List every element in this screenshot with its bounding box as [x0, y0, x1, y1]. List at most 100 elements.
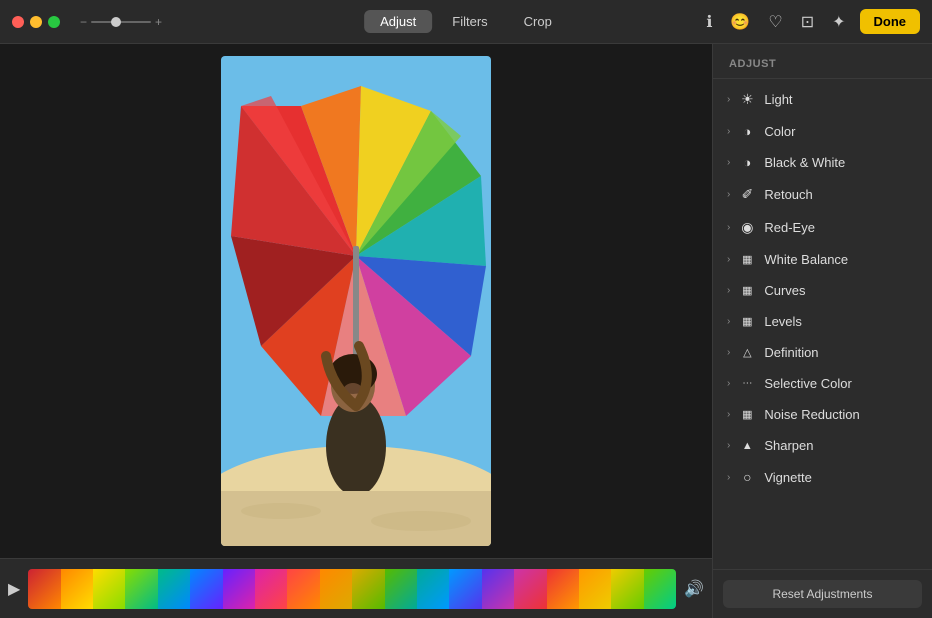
chevron-icon: › [727, 285, 730, 296]
reset-adjustments-button[interactable]: Reset Adjustments [723, 580, 922, 608]
info-icon: ℹ [706, 14, 712, 31]
adjust-label: Selective Color [764, 376, 918, 391]
whitebalance-icon: ▦ [738, 253, 756, 266]
chevron-icon: › [727, 472, 730, 483]
heart-button[interactable]: ♡ [764, 8, 786, 36]
tab-crop[interactable]: Crop [508, 10, 568, 33]
filmstrip-frame [579, 569, 611, 609]
adjust-label: Sharpen [764, 438, 918, 453]
filmstrip-frame [223, 569, 255, 609]
photo-image [221, 56, 491, 546]
titlebar-right-controls: ℹ 😊 ♡ ⊡ ✦ Done [702, 8, 920, 36]
adjust-item-definition[interactable]: › △ Definition [713, 337, 932, 368]
adjust-label: Black & White [764, 155, 918, 170]
close-button[interactable] [12, 16, 24, 28]
filmstrip-frame [255, 569, 287, 609]
adjust-label: Red-Eye [764, 220, 918, 235]
info-button[interactable]: ℹ [702, 8, 716, 36]
filmstrip-frame [320, 569, 352, 609]
adjust-item-sharpen[interactable]: › ▲ Sharpen [713, 430, 932, 461]
adjust-label: White Balance [764, 252, 918, 267]
brightness-slider[interactable] [91, 21, 151, 23]
traffic-lights [12, 16, 60, 28]
bw-icon: ◑ [738, 155, 756, 170]
filmstrip-frame [28, 569, 60, 609]
filmstrip-frame [482, 569, 514, 609]
definition-icon: △ [738, 346, 756, 359]
photo-container [0, 44, 712, 558]
right-panel: ADJUST › ☀ Light › ◑ Color › ◑ Black & W… [712, 44, 932, 618]
chevron-icon: › [727, 126, 730, 137]
filmstrip-frame [287, 569, 319, 609]
chevron-icon: › [727, 316, 730, 327]
magic-wand-icon: ✦ [832, 14, 845, 31]
adjust-label: Retouch [764, 187, 918, 202]
vignette-icon: ○ [738, 469, 756, 485]
filmstrip-frame [385, 569, 417, 609]
adjust-list: › ☀ Light › ◑ Color › ◑ Black & White › … [713, 79, 932, 569]
chevron-icon: › [727, 254, 730, 265]
main-tabs: Adjust Filters Crop [364, 10, 568, 33]
panel-header: ADJUST [713, 44, 932, 79]
filmstrip-frame [611, 569, 643, 609]
chevron-icon: › [727, 347, 730, 358]
adjust-item-light[interactable]: › ☀ Light [713, 83, 932, 116]
levels-icon: ▦ [738, 315, 756, 328]
photo-display [221, 56, 491, 546]
adjust-item-bw[interactable]: › ◑ Black & White [713, 147, 932, 178]
volume-icon: 🔊 [684, 581, 704, 598]
adjust-item-redeye[interactable]: › ◉ Red-Eye [713, 211, 932, 244]
filmstrip-frame [514, 569, 546, 609]
maximize-button[interactable] [48, 16, 60, 28]
tab-adjust[interactable]: Adjust [364, 10, 432, 33]
brightness-control: − + [80, 15, 162, 29]
adjust-item-vignette[interactable]: › ○ Vignette [713, 461, 932, 493]
adjust-item-noisereduction[interactable]: › ▦ Noise Reduction [713, 399, 932, 430]
selectivecolor-icon: ⋯ [738, 378, 756, 389]
done-button[interactable]: Done [860, 9, 921, 34]
adjust-item-color[interactable]: › ◑ Color [713, 116, 932, 147]
brightness-minus-icon: − [80, 15, 87, 29]
heart-icon: ♡ [768, 14, 782, 31]
chevron-icon: › [727, 409, 730, 420]
minimize-button[interactable] [30, 16, 42, 28]
tab-filters[interactable]: Filters [436, 10, 503, 33]
adjust-item-whitebalance[interactable]: › ▦ White Balance [713, 244, 932, 275]
share-button[interactable]: ⊡ [797, 8, 818, 36]
filmstrip-frame [547, 569, 579, 609]
adjust-label: Color [764, 124, 918, 139]
filmstrip-frame [417, 569, 449, 609]
noisereduction-icon: ▦ [738, 408, 756, 421]
adjust-label: Vignette [764, 470, 918, 485]
adjust-item-retouch[interactable]: › ✐ Retouch [713, 178, 932, 211]
face-icon: 😊 [730, 14, 750, 31]
chevron-icon: › [727, 94, 730, 105]
filmstrip-bar: ▶ [0, 558, 712, 618]
redeye-icon: ◉ [738, 219, 756, 236]
adjust-label: Noise Reduction [764, 407, 918, 422]
play-button[interactable]: ▶ [8, 579, 20, 599]
adjust-label: Curves [764, 283, 918, 298]
chevron-icon: › [727, 378, 730, 389]
adjust-item-curves[interactable]: › ▦ Curves [713, 275, 932, 306]
adjust-item-levels[interactable]: › ▦ Levels [713, 306, 932, 337]
panel-footer: Reset Adjustments [713, 569, 932, 618]
filmstrip-frame [158, 569, 190, 609]
chevron-icon: › [727, 440, 730, 451]
volume-button[interactable]: 🔊 [684, 579, 704, 599]
filmstrip-frames [28, 569, 676, 609]
adjust-label: Light [764, 92, 918, 107]
filmstrip-frame [449, 569, 481, 609]
magic-button[interactable]: ✦ [828, 8, 849, 36]
chevron-icon: › [727, 157, 730, 168]
color-icon: ◑ [738, 124, 756, 139]
filmstrip-frame [93, 569, 125, 609]
brightness-plus-icon: + [155, 15, 162, 29]
retouch-icon: ✐ [738, 186, 756, 203]
face-button[interactable]: 😊 [726, 8, 754, 36]
filmstrip-frame [352, 569, 384, 609]
adjust-item-selectivecolor[interactable]: › ⋯ Selective Color [713, 368, 932, 399]
titlebar: − + Adjust Filters Crop ℹ 😊 ♡ ⊡ ✦ Done [0, 0, 932, 44]
main-content: ▶ [0, 44, 932, 618]
filmstrip[interactable] [28, 569, 676, 609]
